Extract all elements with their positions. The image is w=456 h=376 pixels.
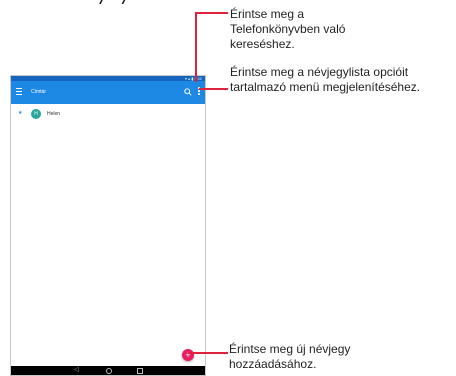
home-icon[interactable] [106,368,112,374]
back-icon[interactable]: ◁ [74,367,79,374]
search-icon[interactable] [184,88,192,96]
add-contact-button[interactable]: + [182,349,194,361]
tablet-screenshot: ▾ ▴ ▮ 8:11 Címtár ★ H Helen + ◁ [10,75,206,376]
recents-icon[interactable] [137,368,143,374]
app-title: Címtár [31,89,46,95]
callout-menu-line-2: tartalmazó menü megjelenítéséhez. [230,80,421,94]
callout-search-line-2: Telefonkönyvben való [230,22,346,36]
star-icon: ★ [18,110,23,116]
page-heading-fragment: ·/ ·/ [92,0,130,8]
callout-menu-line-1: Érintse meg a névjegylista opcióit [230,65,409,79]
callout-add: Érintse meg új névjegy hozzáadásához. [229,342,350,372]
menu-icon[interactable] [16,88,23,97]
callout-add-line-1: Érintse meg új névjegy [229,342,351,356]
app-bar: Címtár [11,81,205,104]
callout-search: Érintse meg a Telefonkönyvben való keres… [230,7,345,52]
navigation-bar: ◁ [11,366,205,375]
callout-search-line-3: kereséshez. [230,37,295,51]
callout-add-line-2: hozzáadásához. [229,357,317,371]
leader-line-search-vertical [195,12,197,82]
contact-name: Helen [47,111,61,117]
leader-line-add [188,352,228,354]
callout-search-line-1: Érintse meg a [230,7,305,21]
contact-list-item[interactable]: ★ H Helen [11,108,205,120]
leader-line-menu [199,88,228,90]
contact-avatar: H [31,109,41,119]
callout-menu: Érintse meg a névjegylista opcióit tarta… [230,65,420,95]
leader-line-search-horizontal [195,12,228,14]
